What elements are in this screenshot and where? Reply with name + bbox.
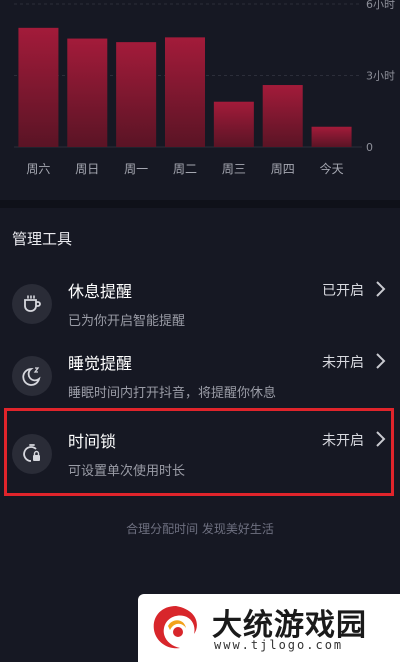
section-title: 管理工具 [12,230,73,248]
row-status: 已开启 [322,283,364,299]
x-tick-label: 周三 [222,162,246,176]
chart-svg: 周六 周日 周一 周二 周三 周四 今天 6小时 3小时 0 [14,0,395,176]
moon-sleep-icon [12,356,52,396]
row-status: 未开启 [322,355,364,371]
watermark-url: www.tjlogo.com [214,638,344,652]
chevron-right-icon [376,353,386,369]
usage-bar-chart: 周六 周日 周一 周二 周三 周四 今天 6小时 3小时 0 [0,0,400,190]
x-tick-label: 周日 [75,162,99,176]
y-tick-label: 6小时 [366,0,395,11]
section-divider [0,200,400,208]
bar-0 [18,27,59,147]
x-tick-label: 周一 [124,162,148,176]
x-tick-label: 今天 [320,161,344,176]
bar-4 [213,101,254,147]
highlight-box [4,408,394,496]
footer-slogan: 合理分配时间 发现美好生活 [126,522,274,536]
bar-2 [116,42,157,148]
tool-row-sleep-reminder[interactable]: 睡觉提醒 睡眠时间内打开抖音，将提醒你休息 未开启 [0,338,400,414]
cup-icon [12,284,52,324]
y-tick-label: 0 [366,141,373,154]
bar-5 [262,85,303,147]
chevron-right-icon [376,281,386,297]
y-tick-label: 3小时 [366,70,395,83]
bar-6 [311,126,352,147]
row-title: 睡觉提醒 [68,354,133,373]
tool-row-rest-reminder[interactable]: 休息提醒 已为你开启智能提醒 已开启 [0,266,400,342]
x-tick-label: 周二 [173,162,197,176]
row-title: 休息提醒 [68,282,133,301]
bar-3 [165,37,205,147]
row-desc: 已为你开启智能提醒 [68,314,186,329]
x-tick-label: 周六 [26,162,50,176]
row-desc: 睡眠时间内打开抖音，将提醒你休息 [68,386,277,401]
watermark: 大统游戏园 www.tjlogo.com [138,594,400,662]
x-tick-label: 周四 [271,162,295,176]
watermark-logo-icon [153,606,197,649]
bar-1 [67,38,108,147]
